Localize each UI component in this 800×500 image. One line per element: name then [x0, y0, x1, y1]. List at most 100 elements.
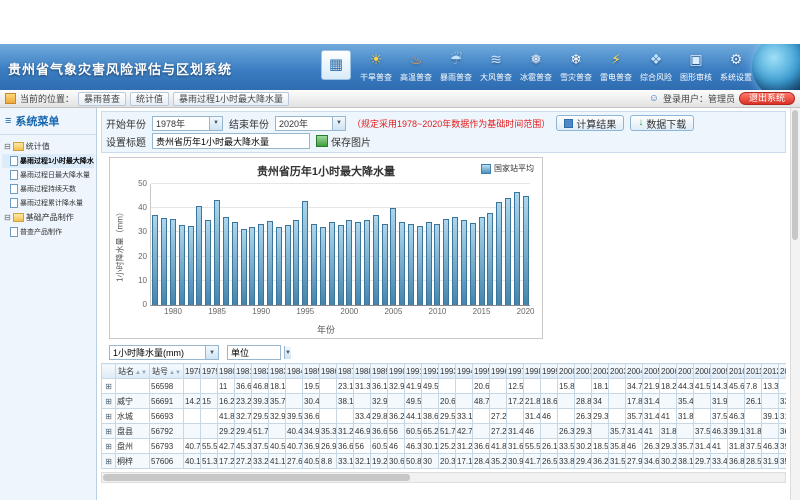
col-year-1987[interactable]: 1987 [337, 364, 354, 379]
bar-2015[interactable] [479, 217, 485, 305]
bar-2020[interactable] [523, 196, 529, 305]
combo-arrow-icon[interactable]: ▼ [205, 346, 218, 359]
bar-1986[interactable] [223, 217, 229, 305]
horizontal-scrollbar[interactable] [101, 472, 786, 483]
col-year-2005[interactable]: 2005 [643, 364, 660, 379]
col-year-1992[interactable]: 1992 [422, 364, 439, 379]
col-year-1982[interactable]: 1982 [252, 364, 269, 379]
bar-1983[interactable] [196, 206, 202, 305]
bar-2001[interactable] [355, 222, 361, 305]
nav-item-hail[interactable]: ❅冰雹普查 [518, 47, 554, 83]
vertical-scrollbar[interactable] [790, 108, 800, 500]
row-expander-icon[interactable]: ⊞ [102, 439, 116, 454]
col-year-2007[interactable]: 2007 [677, 364, 694, 379]
chart-title-input[interactable] [152, 133, 310, 149]
breadcrumb-item[interactable]: 暴雨过程1小时最大降水量 [173, 92, 289, 106]
bar-2011[interactable] [443, 219, 449, 305]
row-expander-icon[interactable]: ⊞ [102, 394, 116, 409]
tree-item[interactable]: 暴雨过程累计降水量 [2, 196, 94, 210]
bar-1993[interactable] [285, 225, 291, 305]
col-year-1998[interactable]: 1998 [524, 364, 541, 379]
bar-1995[interactable] [302, 201, 308, 305]
col-year-1990[interactable]: 1990 [388, 364, 405, 379]
combo-arrow-icon[interactable]: ▼ [332, 117, 345, 130]
tree-item[interactable]: 暴雨过程1小时最大降水量 [2, 154, 94, 168]
col-year-1978[interactable]: 1978 [184, 364, 201, 379]
bar-1981[interactable] [179, 225, 185, 305]
bar-2010[interactable] [434, 224, 440, 305]
sort-icon[interactable]: ▲▼ [135, 370, 147, 376]
col-year-1997[interactable]: 1997 [507, 364, 524, 379]
col-year-2008[interactable]: 2008 [694, 364, 711, 379]
bar-1996[interactable] [311, 224, 317, 305]
breadcrumb-item[interactable]: 统计值 [130, 92, 169, 106]
col-year-1995[interactable]: 1995 [473, 364, 490, 379]
download-button[interactable]: ↓ 数据下载 [630, 115, 694, 131]
col-year-1989[interactable]: 1989 [371, 364, 388, 379]
col-year-2006[interactable]: 2006 [660, 364, 677, 379]
bar-1994[interactable] [293, 220, 299, 305]
nav-item-gale[interactable]: ≋大风普查 [478, 47, 514, 83]
bar-2005[interactable] [390, 208, 396, 305]
bar-1989[interactable] [249, 227, 255, 305]
combo-arrow-icon[interactable]: ▼ [284, 346, 291, 359]
bar-1985[interactable] [214, 200, 220, 305]
col-year-2004[interactable]: 2004 [626, 364, 643, 379]
sort-icon[interactable]: ▲▼ [169, 370, 181, 376]
col-year-1986[interactable]: 1986 [320, 364, 337, 379]
col-year-2001[interactable]: 2001 [575, 364, 592, 379]
bar-2006[interactable] [399, 222, 405, 305]
col-year-1993[interactable]: 1993 [439, 364, 456, 379]
bar-1997[interactable] [320, 227, 326, 305]
col-station-id[interactable]: 站号▲▼ [150, 364, 184, 379]
combo-arrow-icon[interactable]: ▼ [209, 117, 222, 130]
col-year-1983[interactable]: 1983 [269, 364, 286, 379]
breadcrumb-item[interactable]: 暴雨普查 [78, 92, 126, 106]
bar-2016[interactable] [487, 213, 493, 305]
bar-2012[interactable] [452, 217, 458, 305]
col-year-2003[interactable]: 2003 [609, 364, 626, 379]
col-year-2010[interactable]: 2010 [728, 364, 745, 379]
nav-item-current[interactable]: ▦ [318, 47, 354, 80]
row-expander-icon[interactable]: ⊞ [102, 409, 116, 424]
bar-1979[interactable] [161, 218, 167, 305]
col-year-2009[interactable]: 2009 [711, 364, 728, 379]
nav-item-rainstorm[interactable]: ☔暴雨普查 [438, 47, 474, 83]
nav-item-high-temp[interactable]: ♨高温普查 [398, 47, 434, 83]
horizontal-scrollbar-thumb[interactable] [103, 474, 410, 481]
nav-item-lightning[interactable]: ⚡雷电普查 [598, 47, 634, 83]
bar-1990[interactable] [258, 224, 264, 305]
bar-2018[interactable] [505, 198, 511, 305]
end-year-select[interactable]: 2020年 ▼ [275, 116, 346, 131]
bar-1987[interactable] [232, 222, 238, 305]
bar-2019[interactable] [514, 192, 520, 305]
row-expander-icon[interactable]: ⊞ [102, 424, 116, 439]
bar-2009[interactable] [426, 222, 432, 305]
bar-1984[interactable] [205, 220, 211, 305]
col-year-1984[interactable]: 1984 [286, 364, 303, 379]
bar-2013[interactable] [461, 220, 467, 305]
col-year-1985[interactable]: 1985 [303, 364, 320, 379]
save-image-button[interactable]: 保存图片 [316, 134, 371, 149]
bar-1998[interactable] [329, 222, 335, 305]
col-station-name[interactable]: 站名▲▼ [116, 364, 150, 379]
nav-item-composite-risk[interactable]: ❖综合风险 [638, 47, 674, 83]
bar-1992[interactable] [276, 227, 282, 305]
col-year-2013[interactable]: 2013 [779, 364, 787, 379]
bar-2002[interactable] [364, 220, 370, 305]
bar-2017[interactable] [496, 202, 502, 305]
bar-1982[interactable] [188, 226, 194, 305]
bar-2004[interactable] [382, 224, 388, 305]
start-year-select[interactable]: 1978年 ▼ [152, 116, 223, 131]
col-year-1999[interactable]: 1999 [541, 364, 558, 379]
bar-1978[interactable] [152, 215, 158, 305]
col-year-1979[interactable]: 1979 [201, 364, 218, 379]
col-year-1994[interactable]: 1994 [456, 364, 473, 379]
measure-select[interactable]: 1小时降水量(mm) ▼ [109, 345, 219, 360]
nav-item-snow[interactable]: ❄雪灾普查 [558, 47, 594, 83]
bar-1988[interactable] [241, 229, 247, 305]
unit-select[interactable]: 单位 ▼ [227, 345, 281, 360]
nav-item-graphic-review[interactable]: ▣图形审核 [678, 47, 714, 83]
bar-1999[interactable] [338, 225, 344, 305]
row-expander-icon[interactable]: ⊞ [102, 454, 116, 469]
